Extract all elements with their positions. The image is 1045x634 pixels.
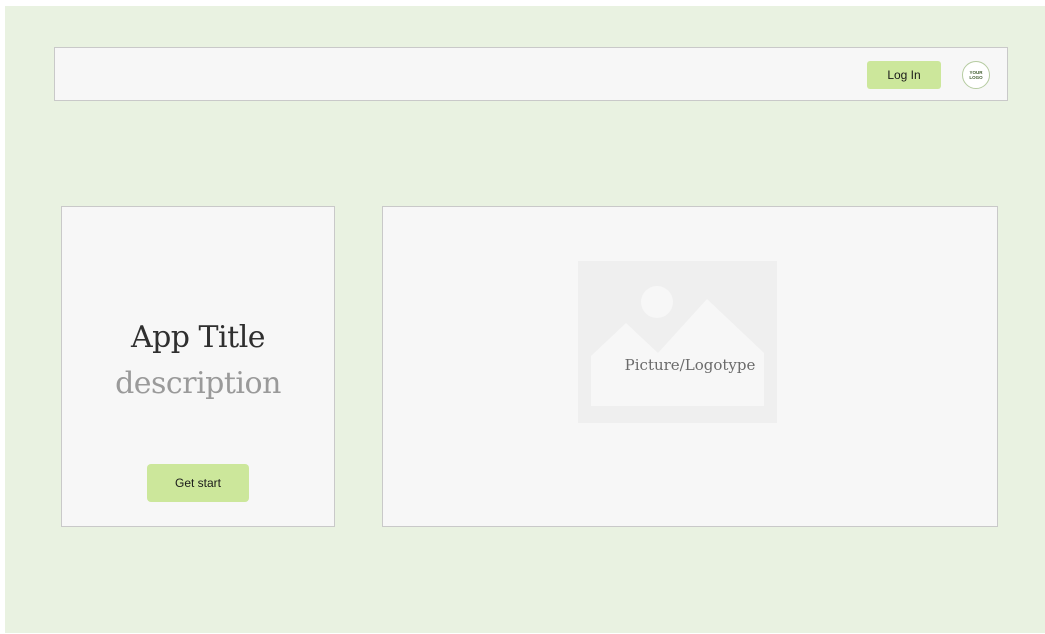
login-button[interactable]: Log In [867, 61, 941, 89]
logo-text: YOUR LOGO [969, 70, 983, 80]
app-title: App Title [130, 320, 266, 355]
logo-icon[interactable]: YOUR LOGO [962, 61, 990, 89]
get-start-button[interactable]: Get start [147, 464, 249, 502]
app-description: description [115, 366, 281, 401]
placeholder-sun [641, 286, 673, 318]
image-placeholder-icon [578, 261, 777, 423]
top-navbar [54, 47, 1008, 101]
picture-label: Picture/Logotype [624, 356, 756, 374]
